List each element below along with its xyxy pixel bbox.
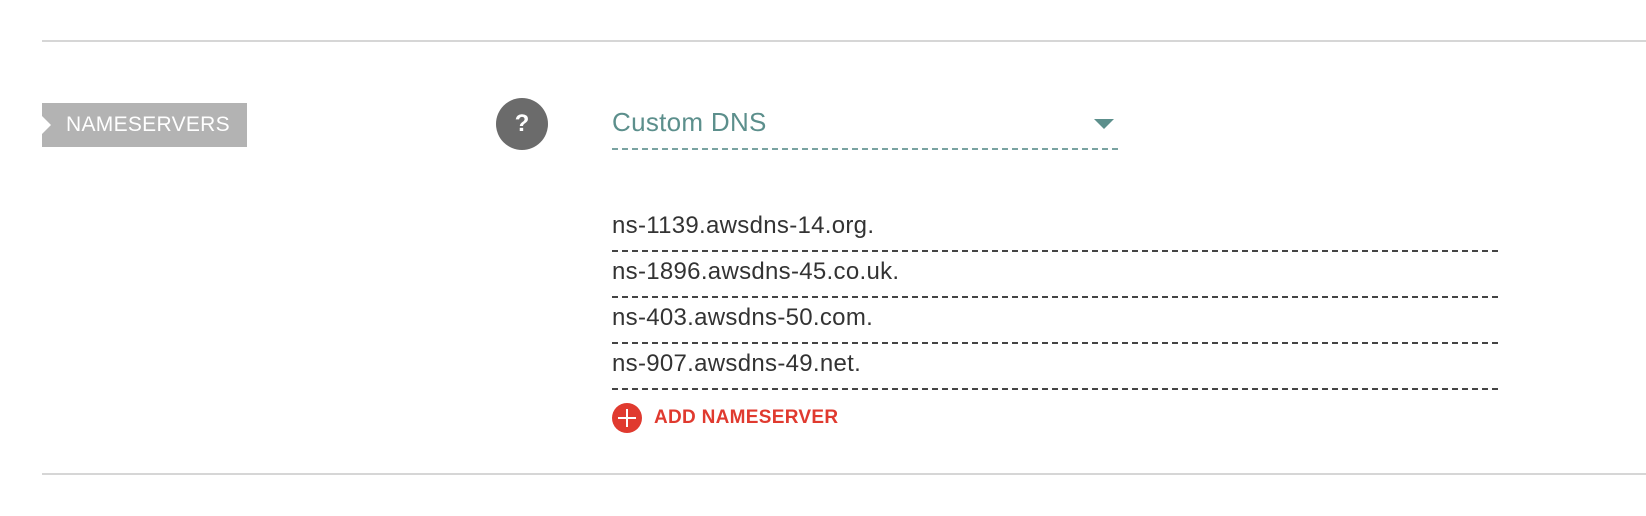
nameservers-section-label: NAMESERVERS — [42, 103, 247, 147]
nameserver-input-1[interactable] — [612, 212, 1498, 240]
section-divider-top — [42, 40, 1646, 42]
nameserver-row — [612, 252, 1498, 298]
nameserver-input-4[interactable] — [612, 350, 1498, 378]
nameserver-row — [612, 206, 1498, 252]
dns-type-selected-value: Custom DNS — [612, 107, 767, 137]
nameserver-list — [612, 206, 1498, 390]
section-divider-bottom — [42, 473, 1646, 475]
nameserver-input-3[interactable] — [612, 304, 1498, 332]
page: NAMESERVERS ? Custom DNS ADD NAMESERVER — [0, 0, 1646, 516]
help-icon[interactable]: ? — [496, 98, 548, 150]
plus-circle-icon — [612, 403, 642, 433]
nameserver-row — [612, 298, 1498, 344]
nameserver-row — [612, 344, 1498, 390]
dns-type-select[interactable]: Custom DNS — [612, 104, 1118, 150]
nameserver-input-2[interactable] — [612, 258, 1498, 286]
label-notch-icon — [42, 116, 51, 134]
chevron-down-icon — [1094, 119, 1114, 129]
nameservers-label-text: NAMESERVERS — [66, 113, 230, 136]
add-nameserver-button[interactable]: ADD NAMESERVER — [612, 403, 838, 433]
add-nameserver-label: ADD NAMESERVER — [654, 407, 839, 428]
